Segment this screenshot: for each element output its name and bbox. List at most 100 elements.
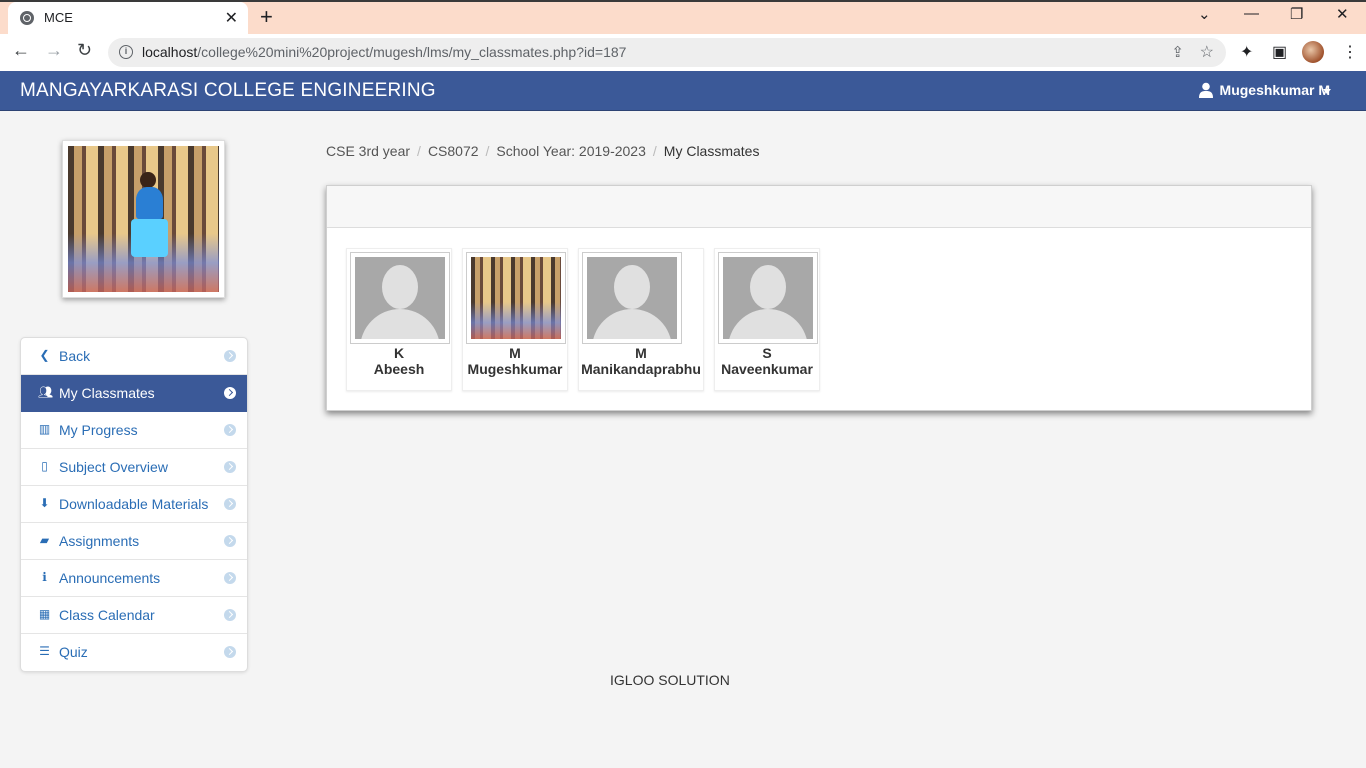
classmate-name: Mugeshkumar	[467, 361, 563, 377]
tab-title: MCE	[44, 10, 73, 25]
share-icon[interactable]: ⇪	[1171, 43, 1184, 61]
tab-search-icon[interactable]: ⌄	[1198, 5, 1211, 23]
users-icon: 👥︎	[38, 385, 54, 399]
caret-down-icon	[1323, 89, 1331, 94]
classmate-initial: S	[762, 345, 772, 361]
sidebar-item-label: Class Calendar	[59, 607, 155, 623]
bar-chart-icon: ▥	[38, 422, 51, 436]
sidebar-item-subject-overview[interactable]: ▯ Subject Overview	[21, 449, 247, 486]
breadcrumb-item-current: My Classmates	[663, 143, 760, 159]
panel-header	[327, 186, 1311, 228]
classmate-initial: K	[393, 345, 405, 361]
classmate-thumbnail	[582, 252, 682, 344]
sidebar-item-assignments[interactable]: ▰ Assignments	[21, 523, 247, 560]
classmate-initial: M	[635, 345, 647, 361]
sidebar-item-label: Announcements	[59, 570, 161, 586]
breadcrumb-item-year[interactable]: CSE 3rd year	[326, 143, 410, 159]
default-avatar-icon	[723, 257, 813, 339]
address-bar[interactable]: i localhost/college%20mini%20project/mug…	[108, 38, 1226, 67]
classmate-name: Naveenkumar	[721, 361, 813, 377]
book-icon: ▰	[39, 533, 50, 547]
tab-close-icon[interactable]: ✕	[225, 8, 238, 28]
user-icon	[1199, 82, 1213, 98]
app-header: MANGAYARKARASI COLLEGE ENGINEERING Muges…	[0, 71, 1366, 111]
chevron-circle-right-icon	[224, 424, 236, 436]
sidebar-item-my-classmates[interactable]: 👥︎ My Classmates	[21, 375, 247, 412]
brand-title[interactable]: MANGAYARKARASI COLLEGE ENGINEERING	[20, 80, 436, 102]
side-panel-icon[interactable]: ▣	[1272, 42, 1287, 62]
url-path: /college%20mini%20project/mugesh/lms/my_…	[197, 44, 627, 60]
classmate-card[interactable]: M Mugeshkumar	[462, 248, 568, 391]
browser-tabbar: MCE ✕ + ⌄ — ❐ ✕	[0, 0, 1366, 34]
new-tab-button[interactable]: +	[260, 4, 273, 30]
photo-legs	[131, 219, 168, 257]
profile-photo-frame	[62, 140, 225, 298]
profile-photo	[68, 146, 219, 292]
chevron-circle-right-icon	[224, 609, 236, 621]
sidebar-nav: ❮ Back 👥︎ My Classmates ▥ My Progress ▯ …	[20, 337, 248, 672]
download-icon: ⬇	[39, 496, 50, 510]
chevron-circle-right-icon	[224, 387, 236, 399]
calendar-icon: ▦	[38, 607, 51, 621]
sidebar-item-label: Back	[59, 348, 91, 364]
classmate-card[interactable]: S Naveenkumar	[714, 248, 820, 391]
sidebar-item-class-calendar[interactable]: ▦ Class Calendar	[21, 597, 247, 634]
user-menu[interactable]: Mugeshkumar M	[1220, 82, 1330, 98]
bookmark-star-icon[interactable]: ☆	[1200, 42, 1214, 62]
classmate-photo	[471, 257, 561, 339]
breadcrumb-separator: /	[485, 143, 490, 159]
extensions-icon[interactable]: ✦	[1240, 42, 1253, 62]
classmate-name: Abeesh	[373, 361, 425, 377]
classmate-thumbnail	[466, 252, 566, 344]
classmate-thumbnail	[718, 252, 818, 344]
restore-icon[interactable]: ❐	[1290, 5, 1303, 23]
chevron-circle-right-icon	[224, 646, 236, 658]
sidebar-item-label: Quiz	[59, 644, 88, 660]
breadcrumb-separator: /	[417, 143, 421, 159]
info-icon: ℹ	[42, 570, 47, 584]
classmate-card[interactable]: M Manikandaprabhu	[578, 248, 704, 391]
default-avatar-icon	[355, 257, 445, 339]
globe-icon	[20, 11, 34, 25]
minimize-icon[interactable]: —	[1244, 5, 1259, 22]
default-avatar-icon	[587, 257, 677, 339]
chevron-circle-right-icon	[224, 498, 236, 510]
breadcrumb: CSE 3rd year / CS8072 / School Year: 2019-20…	[326, 143, 759, 159]
url-host: localhost	[142, 44, 198, 60]
photo-body	[135, 186, 164, 219]
classmate-card[interactable]: K Abeesh	[346, 248, 452, 391]
browser-toolbar: ← → ↻ i localhost/college%20mini%20proje…	[0, 34, 1366, 71]
sidebar-item-label: My Classmates	[59, 385, 155, 401]
profile-avatar-icon[interactable]	[1302, 41, 1324, 63]
sidebar-item-downloadable-materials[interactable]: ⬇ Downloadable Materials	[21, 486, 247, 523]
sidebar-item-back[interactable]: ❮ Back	[21, 338, 247, 375]
breadcrumb-item-subject[interactable]: CS8072	[428, 143, 479, 159]
browser-tab[interactable]: MCE ✕	[8, 2, 248, 34]
menu-kebab-icon[interactable]: ⋮	[1342, 42, 1358, 62]
list-icon: ☰	[39, 644, 50, 658]
sidebar-item-label: Assignments	[59, 533, 140, 549]
url-text[interactable]: localhost/college%20mini%20project/muges…	[142, 44, 626, 60]
chevron-circle-right-icon	[224, 461, 236, 473]
sidebar-item-announcements[interactable]: ℹ Announcements	[21, 560, 247, 597]
back-arrow-icon[interactable]: ←	[12, 40, 30, 61]
sidebar-item-quiz[interactable]: ☰ Quiz	[21, 634, 247, 671]
sidebar-item-label: My Progress	[59, 422, 138, 438]
chevron-circle-right-icon	[224, 350, 236, 362]
sidebar-item-my-progress[interactable]: ▥ My Progress	[21, 412, 247, 449]
chevron-left-icon: ❮	[39, 348, 50, 362]
chevron-circle-right-icon	[224, 535, 236, 547]
classmates-panel: K Abeesh M Mugeshkumar M Manikandaprabhu…	[326, 185, 1312, 411]
window-close-icon[interactable]: ✕	[1336, 5, 1349, 23]
sidebar-item-label: Downloadable Materials	[59, 496, 209, 512]
site-info-icon[interactable]: i	[119, 45, 133, 59]
breadcrumb-separator: /	[652, 143, 657, 159]
chevron-circle-right-icon	[224, 572, 236, 584]
classmate-thumbnail	[350, 252, 450, 344]
classmate-name: Manikandaprabhu	[581, 361, 701, 377]
forward-arrow-icon[interactable]: →	[45, 40, 63, 61]
file-icon: ▯	[41, 459, 48, 473]
sidebar-item-label: Subject Overview	[59, 459, 168, 475]
breadcrumb-item-school-year[interactable]: School Year: 2019-2023	[496, 143, 645, 159]
reload-icon[interactable]: ↻	[77, 40, 92, 61]
